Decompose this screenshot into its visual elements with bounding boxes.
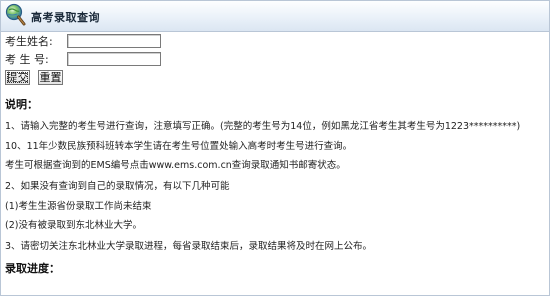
note-line-3: 考生可根据查询到的EMS编号点击www.ems.com.cn查询录取通知书邮寄状… [5, 160, 346, 171]
name-label: 考生姓名: [5, 35, 53, 48]
note-line-5: (1)考生生源省份录取工作尚未结束 [5, 201, 152, 212]
page-title: 高考录取查询 [31, 11, 100, 24]
name-input[interactable] [67, 34, 161, 48]
note-line-6: (2)没有被录取到东北林业大学。 [5, 220, 142, 231]
notes-heading: 说明： [5, 98, 38, 111]
query-panel: 高考录取查询 考生姓名: 考 生 号: 提交 重置 说明： 1、请输入完整的考生… [0, 0, 550, 296]
name-row: 考生姓名: [5, 35, 61, 49]
note-line-4: 2、如果没有查询到自己的录取情况，有以下几种可能 [5, 181, 230, 192]
magnifier-globe-icon [3, 3, 27, 27]
note-line-1: 1、请输入完整的考生号进行查询，注意填写正确。(完整的考生号为14位，例如黑龙江… [5, 121, 521, 132]
reset-button[interactable]: 重置 [38, 70, 63, 85]
number-row: 考 生 号: [5, 53, 61, 67]
note-line-2: 10、11年少数民族预科班转本学生请在考生号位置处输入高考时考生号进行查询。 [5, 141, 353, 152]
number-input[interactable] [67, 52, 161, 66]
progress-heading: 录取进度： [5, 262, 60, 275]
submit-button[interactable]: 提交 [5, 70, 30, 85]
number-label: 考 生 号: [5, 53, 49, 66]
panel-header: 高考录取查询 [1, 1, 549, 32]
note-line-7: 3、请密切关注东北林业大学录取进程，每省录取结束后，录取结果将及时在网上公布。 [5, 241, 373, 252]
